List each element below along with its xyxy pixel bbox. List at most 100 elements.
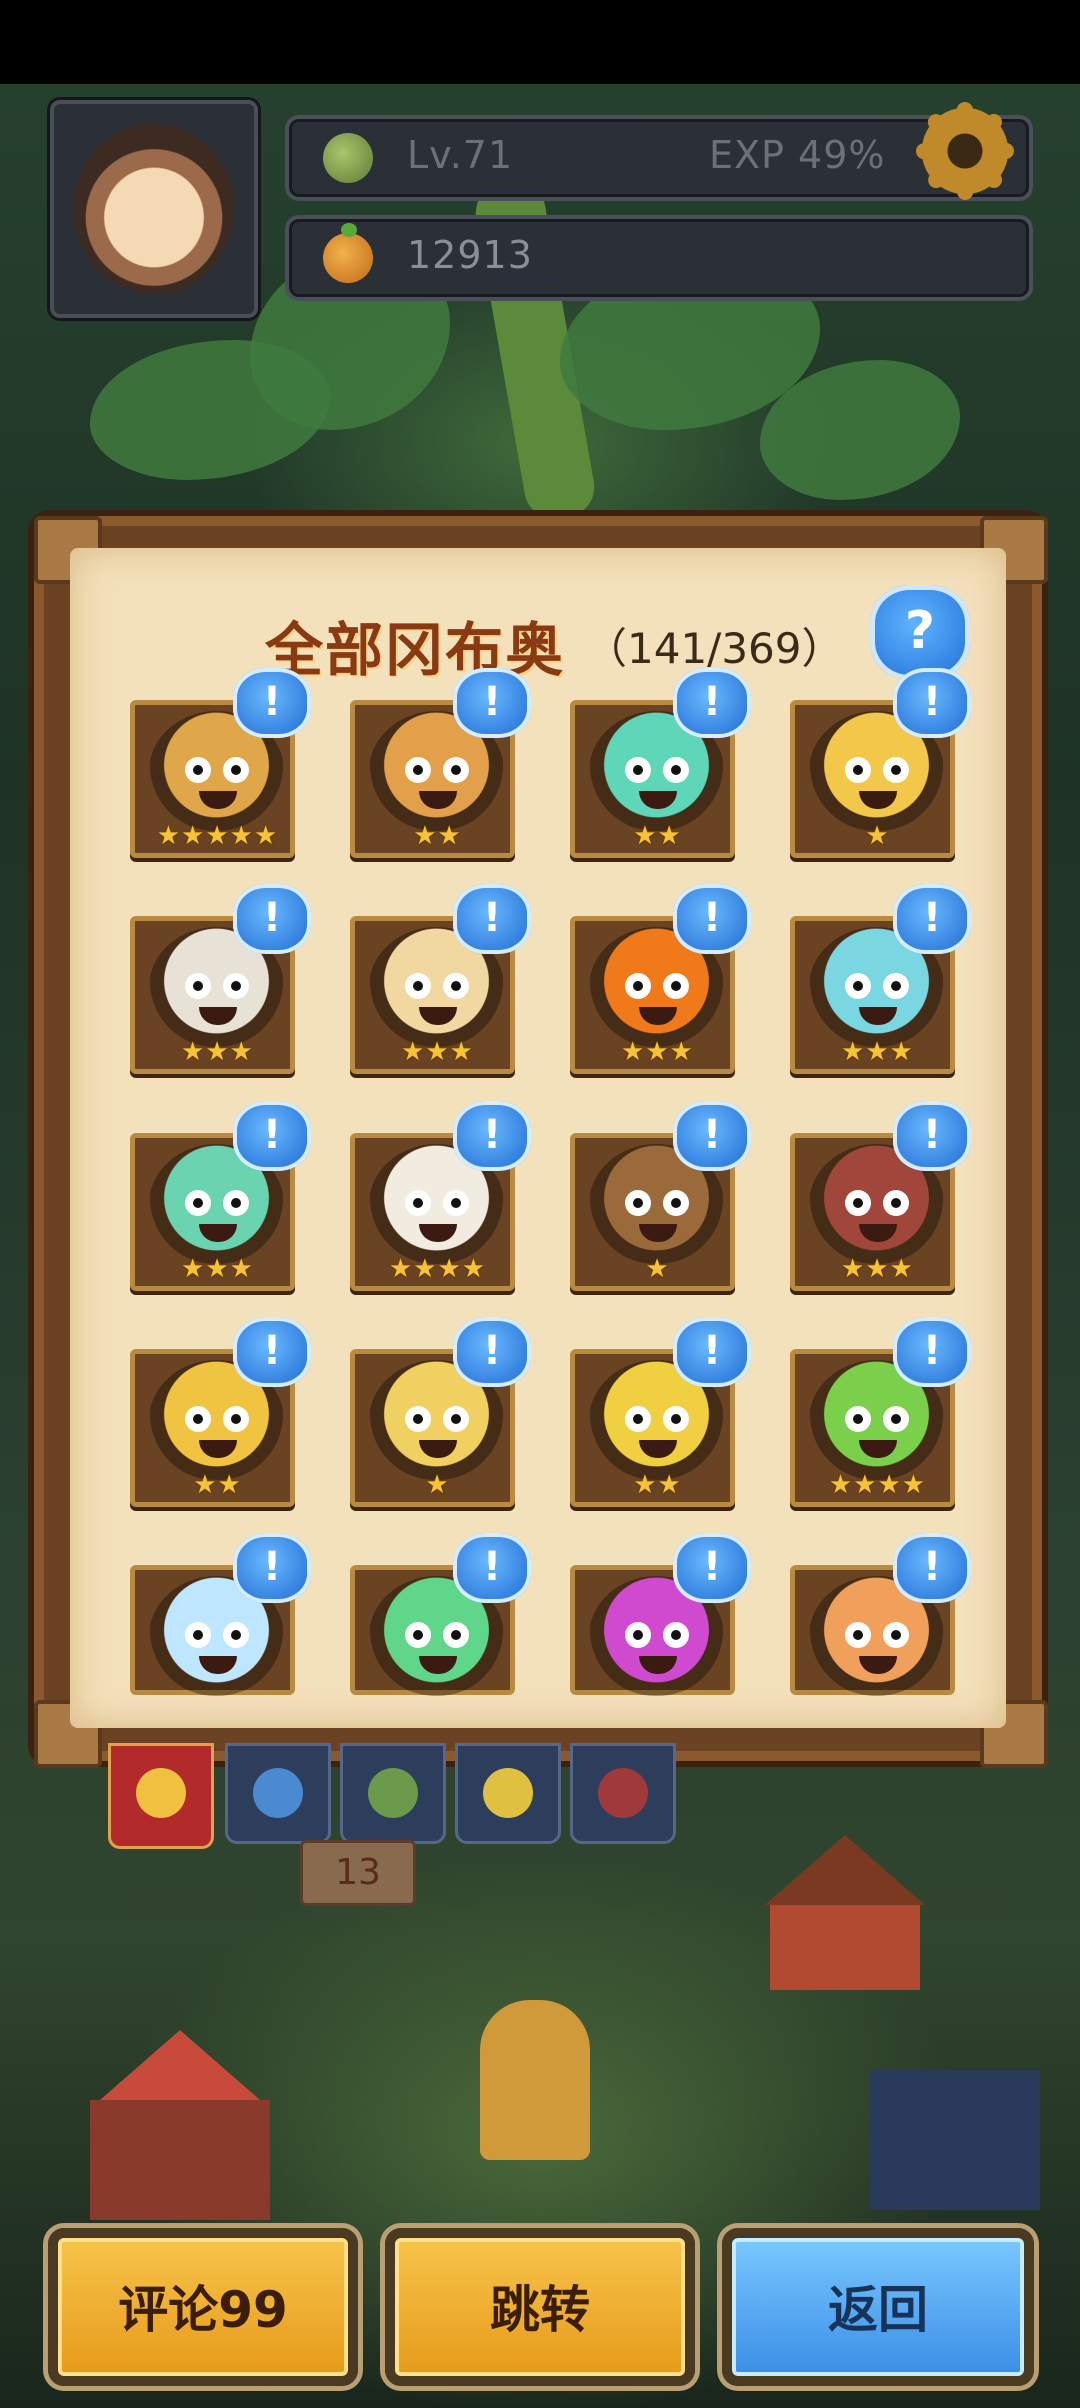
star-rating: ★★ (633, 821, 682, 851)
eye (845, 1190, 871, 1216)
star-rating: ★ (425, 1470, 450, 1500)
mouth (199, 1224, 237, 1242)
mouth (859, 1440, 897, 1458)
eye (223, 1622, 249, 1648)
mouth (859, 1224, 897, 1242)
house-roof-decoration (100, 2030, 260, 2100)
eye (185, 757, 211, 783)
eye (185, 1622, 211, 1648)
new-info-badge[interactable]: ! (673, 668, 751, 738)
new-info-badge[interactable]: ! (453, 668, 531, 738)
new-info-badge[interactable]: ! (453, 1101, 531, 1171)
exp-text: EXP 49% (709, 133, 886, 177)
tab-dark[interactable] (570, 1743, 676, 1844)
new-info-badge[interactable]: ! (453, 1533, 531, 1603)
status-bar (0, 0, 1080, 84)
sprout-icon (323, 133, 373, 183)
mouth (199, 1440, 237, 1458)
eye (663, 757, 689, 783)
eye (845, 973, 871, 999)
mouth (419, 1224, 457, 1242)
new-info-badge[interactable]: ! (673, 1101, 751, 1171)
comment-button[interactable]: 评论99 (48, 2228, 358, 2386)
new-info-badge[interactable]: ! (453, 884, 531, 954)
jump-button-label: 跳转 (490, 2281, 590, 2339)
tab-all[interactable] (108, 1743, 214, 1849)
eye (443, 757, 469, 783)
star-rating: ★★★ (621, 1037, 694, 1067)
star-rating: ★★ (633, 1470, 682, 1500)
new-info-badge[interactable]: ! (893, 1533, 971, 1603)
new-info-badge[interactable]: ! (893, 1101, 971, 1171)
eye (663, 1622, 689, 1648)
mouth (859, 1656, 897, 1674)
mouth (419, 1007, 457, 1025)
currency-amount: 12913 (407, 233, 533, 277)
eye (883, 1622, 909, 1648)
eye (223, 1190, 249, 1216)
new-info-badge[interactable]: ! (893, 668, 971, 738)
mouth (639, 791, 677, 809)
eye (405, 1190, 431, 1216)
eye (223, 973, 249, 999)
tab-light[interactable] (455, 1743, 561, 1844)
eye (663, 973, 689, 999)
new-info-badge[interactable]: ! (893, 884, 971, 954)
house-decoration (870, 2070, 1040, 2210)
new-info-badge[interactable]: ! (233, 884, 311, 954)
tab-nature-icon (368, 1768, 418, 1818)
collection-count: （141/369） (585, 624, 844, 673)
player-avatar[interactable] (50, 100, 258, 318)
tab-all-icon (136, 1768, 186, 1818)
back-button[interactable]: 返回 (722, 2228, 1034, 2386)
jump-button[interactable]: 跳转 (385, 2228, 695, 2386)
new-info-badge[interactable]: ! (673, 884, 751, 954)
new-info-badge[interactable]: ! (233, 668, 311, 738)
mouth (419, 1656, 457, 1674)
star-rating: ★★★★ (828, 1470, 927, 1500)
tab-dark-icon (598, 1768, 648, 1818)
house-decoration (770, 1900, 920, 1990)
star-rating: ★★★ (181, 1037, 254, 1067)
settings-gear-icon[interactable] (910, 96, 1020, 206)
help-button[interactable]: ? (870, 585, 970, 680)
village-sign: 13 (300, 1840, 416, 1906)
eye (625, 1622, 651, 1648)
eye (443, 1190, 469, 1216)
mouth (419, 1440, 457, 1458)
star-rating: ★★★★ (388, 1254, 487, 1284)
star-rating: ★★★★★ (156, 821, 279, 851)
eye (223, 757, 249, 783)
eye (223, 1406, 249, 1432)
new-info-badge[interactable]: ! (233, 1101, 311, 1171)
new-info-badge[interactable]: ! (673, 1533, 751, 1603)
comment-button-label: 评论99 (118, 2281, 288, 2339)
star-rating: ★★★ (841, 1037, 914, 1067)
currency-bar: 12913 (285, 215, 1033, 301)
mouth (199, 791, 237, 809)
mouth (859, 1007, 897, 1025)
mouth (419, 791, 457, 809)
eye (405, 1406, 431, 1432)
collection-title: 全部冈布奥 (265, 616, 566, 684)
eye (845, 1406, 871, 1432)
eye (625, 757, 651, 783)
eye (185, 973, 211, 999)
eye (405, 973, 431, 999)
tab-water[interactable] (225, 1743, 331, 1844)
fruit-currency-icon (323, 223, 373, 283)
new-info-badge[interactable]: ! (453, 1317, 531, 1387)
star-rating: ★★★ (181, 1254, 254, 1284)
new-info-badge[interactable]: ! (893, 1317, 971, 1387)
eye (443, 1622, 469, 1648)
new-info-badge[interactable]: ! (673, 1317, 751, 1387)
back-button-label: 返回 (828, 2281, 928, 2339)
new-info-badge[interactable]: ! (233, 1317, 311, 1387)
mouth (639, 1656, 677, 1674)
eye (883, 1190, 909, 1216)
new-info-badge[interactable]: ! (233, 1533, 311, 1603)
star-rating: ★ (865, 821, 890, 851)
tab-nature[interactable] (340, 1743, 446, 1844)
star-rating: ★★ (413, 821, 462, 851)
eye (845, 1622, 871, 1648)
